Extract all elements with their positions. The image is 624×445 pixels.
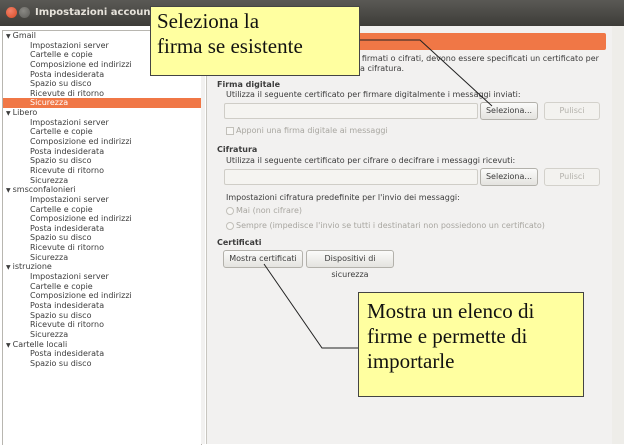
encryption-always-radio[interactable] [226, 222, 234, 230]
tree-item[interactable]: Ricevute di ritorno [3, 243, 201, 253]
tree-item[interactable]: Posta indesiderata [3, 147, 201, 157]
expand-triangle-icon[interactable]: ▼ [6, 33, 11, 40]
tree-item[interactable]: Sicurezza [3, 98, 201, 109]
encryption-never-radio[interactable] [226, 207, 234, 215]
callout-bottom-line-3: importarle [367, 349, 455, 373]
account-node[interactable]: ▼ Cartelle locali [3, 340, 201, 350]
tree-item[interactable]: Spazio su disco [3, 233, 201, 243]
tree-item[interactable]: Cartelle e copie [3, 282, 201, 292]
expand-triangle-icon[interactable]: ▼ [6, 110, 11, 117]
tree-item[interactable]: Spazio su disco [3, 359, 201, 369]
show-certificates-button[interactable]: Mostra certificati [223, 250, 303, 268]
account-name: Gmail [12, 31, 36, 40]
close-window-button[interactable] [6, 7, 17, 18]
tree-item[interactable]: Ricevute di ritorno [3, 89, 201, 99]
tree-item[interactable]: Posta indesiderata [3, 301, 201, 311]
page-header-bar [339, 33, 606, 50]
certificates-section-title: Certificati [217, 238, 262, 247]
tree-item[interactable]: Ricevute di ritorno [3, 166, 201, 176]
tree-item[interactable]: Cartelle e copie [3, 205, 201, 215]
security-intro-line-1: gi firmati o cifrati, devono essere spec… [352, 54, 599, 63]
tree-item[interactable]: Impostazioni server [3, 118, 201, 128]
sign-default-checkbox[interactable] [226, 127, 234, 135]
tree-item[interactable]: Sicurezza [3, 253, 201, 263]
tree-item[interactable]: Spazio su disco [3, 156, 201, 166]
tree-item[interactable]: Sicurezza [3, 176, 201, 186]
callout-bottom-line-2: firme e permette di [367, 324, 528, 348]
security-devices-button[interactable]: Dispositivi di sicurezza [306, 250, 394, 279]
account-node[interactable]: ▼ Libero [3, 108, 201, 118]
tree-item[interactable]: Posta indesiderata [3, 224, 201, 234]
account-name: istruzione [12, 262, 52, 272]
signing-clear-button[interactable]: Pulisci [544, 102, 600, 120]
signing-select-button[interactable]: Seleziona... [480, 102, 538, 120]
expand-triangle-icon[interactable]: ▼ [6, 342, 11, 349]
account-name: Libero [12, 108, 38, 118]
account-settings-window: Impostazioni account ▼ Gmail Impostazioni … [0, 0, 624, 445]
tree-item[interactable]: Sicurezza [3, 330, 201, 340]
pane-splitter[interactable] [201, 26, 205, 444]
account-node[interactable]: ▼ istruzione [3, 262, 201, 272]
encryption-default-label: Impostazioni cifratura predefinite per l… [226, 193, 460, 202]
tree-item[interactable]: Impostazioni server [3, 195, 201, 205]
signing-description: Utilizza il seguente certificato per fir… [226, 90, 521, 99]
minimize-window-button[interactable] [19, 7, 30, 18]
account-node[interactable]: ▼ smsconfalonieri [3, 185, 201, 195]
signing-section-title: Firma digitale [217, 80, 280, 89]
account-name: smsconfalonieri [12, 185, 76, 195]
tree-item[interactable]: Cartelle e copie [3, 127, 201, 137]
show-certificates-callout: Mostra un elenco di firme e permette di … [358, 292, 584, 397]
tree-item[interactable]: Composizione ed indirizzi [3, 137, 201, 147]
tree-item[interactable]: Composizione ed indirizzi [3, 291, 201, 301]
tree-item[interactable]: Spazio su disco [3, 311, 201, 321]
encryption-clear-button[interactable]: Pulisci [544, 168, 600, 186]
encryption-section-title: Cifratura [217, 145, 258, 154]
window-title: Impostazioni account [35, 7, 156, 18]
encryption-description: Utilizza il seguente certificato per cif… [226, 156, 516, 165]
pane-edge [612, 26, 624, 444]
encryption-always-label: Sempre (impedisce l'invio se tutti i des… [236, 221, 545, 230]
account-name: Cartelle locali [12, 339, 68, 349]
tree-item[interactable]: Impostazioni server [3, 272, 201, 282]
tree-item[interactable]: Ricevute di ritorno [3, 320, 201, 330]
callout-top-line-1: Seleziona la [157, 9, 260, 33]
callout-bottom-line-1: Mostra un elenco di [367, 299, 535, 323]
tree-item[interactable]: Composizione ed indirizzi [3, 214, 201, 224]
encryption-certificate-field [224, 169, 478, 185]
encryption-select-button[interactable]: Seleziona... [480, 168, 538, 186]
expand-triangle-icon[interactable]: ▼ [6, 187, 11, 194]
tree-item[interactable]: Posta indesiderata [3, 349, 201, 359]
select-signature-callout: Seleziona la firma se esistente [150, 6, 360, 76]
sign-default-label: Apponi una firma digitale ai messaggi [236, 126, 388, 135]
signing-certificate-field [224, 103, 478, 119]
callout-top-line-2: firma se esistente [157, 34, 303, 58]
encryption-never-label: Mai (non cifrare) [236, 206, 303, 215]
expand-triangle-icon[interactable]: ▼ [6, 264, 11, 271]
tree-item[interactable]: Spazio su disco [3, 79, 201, 89]
account-tree[interactable]: ▼ Gmail Impostazioni server Cartelle e copi… [2, 30, 202, 445]
